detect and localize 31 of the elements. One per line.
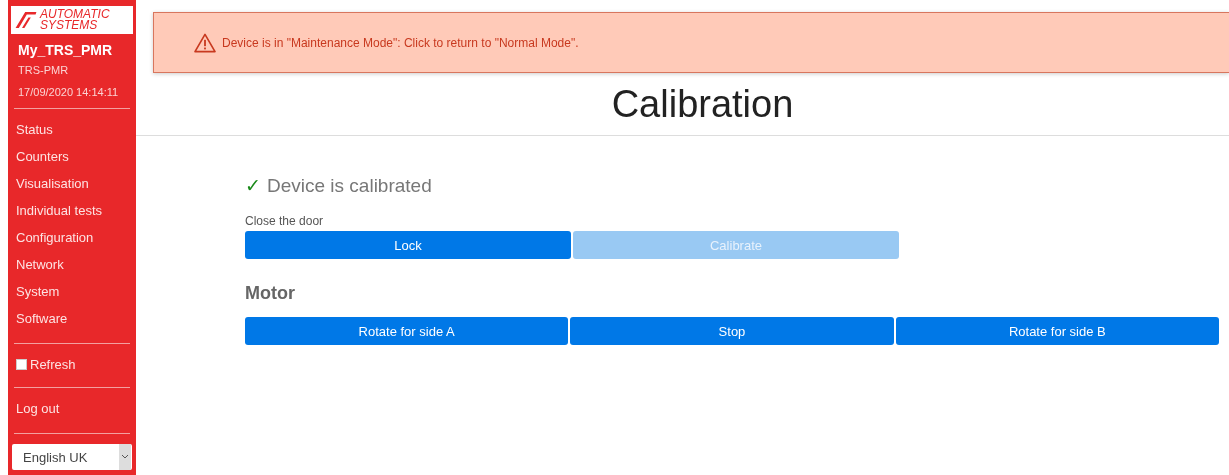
stop-button[interactable]: Stop (570, 317, 894, 345)
lock-button[interactable]: Lock (245, 231, 571, 259)
check-icon: ✓ (245, 174, 261, 197)
logout-link[interactable]: Log out (12, 396, 64, 423)
device-name: My_TRS_PMR (17, 41, 114, 58)
refresh-checkbox[interactable] (16, 359, 27, 370)
nav-link[interactable]: Individual tests (12, 198, 106, 225)
warning-icon (194, 32, 216, 53)
nav-link[interactable]: Network (12, 252, 68, 279)
logo-icon (14, 10, 38, 30)
door-instruction: Close the door (245, 214, 325, 228)
logo-text: AUTOMATIC (40, 9, 110, 20)
caret-icon (119, 444, 131, 470)
nav-link[interactable]: Software (12, 306, 72, 333)
rotate-button[interactable]: Rotate for side B (895, 317, 1219, 345)
nav-link[interactable]: Visualisation (12, 171, 93, 198)
nav-link[interactable]: Counters (12, 144, 73, 171)
device-model: TRS-PMR (17, 63, 70, 76)
nav-link[interactable]: System (12, 279, 64, 306)
language-select[interactable]: English UK (12, 444, 132, 470)
page-title: Calibration (610, 83, 795, 125)
refresh-label: Refresh (30, 357, 76, 372)
date-time: 17/09/2020 14:14:11 (17, 85, 120, 98)
status-text: Device is calibrated (267, 174, 432, 197)
rotate-button[interactable]: Rotate for side A (245, 317, 569, 345)
logo-text: SYSTEMS (40, 20, 99, 31)
maintenance-alert[interactable]: Device is in "Maintenance Mode": Click to return to "Normal Mode". (153, 12, 1229, 73)
alert-text: Device is in "Maintenance Mode": Click to return to "Normal Mode". (222, 35, 579, 50)
nav-link[interactable]: Configuration (12, 225, 98, 252)
nav-link[interactable]: Status (12, 117, 57, 144)
section-heading: Motor (245, 283, 296, 304)
